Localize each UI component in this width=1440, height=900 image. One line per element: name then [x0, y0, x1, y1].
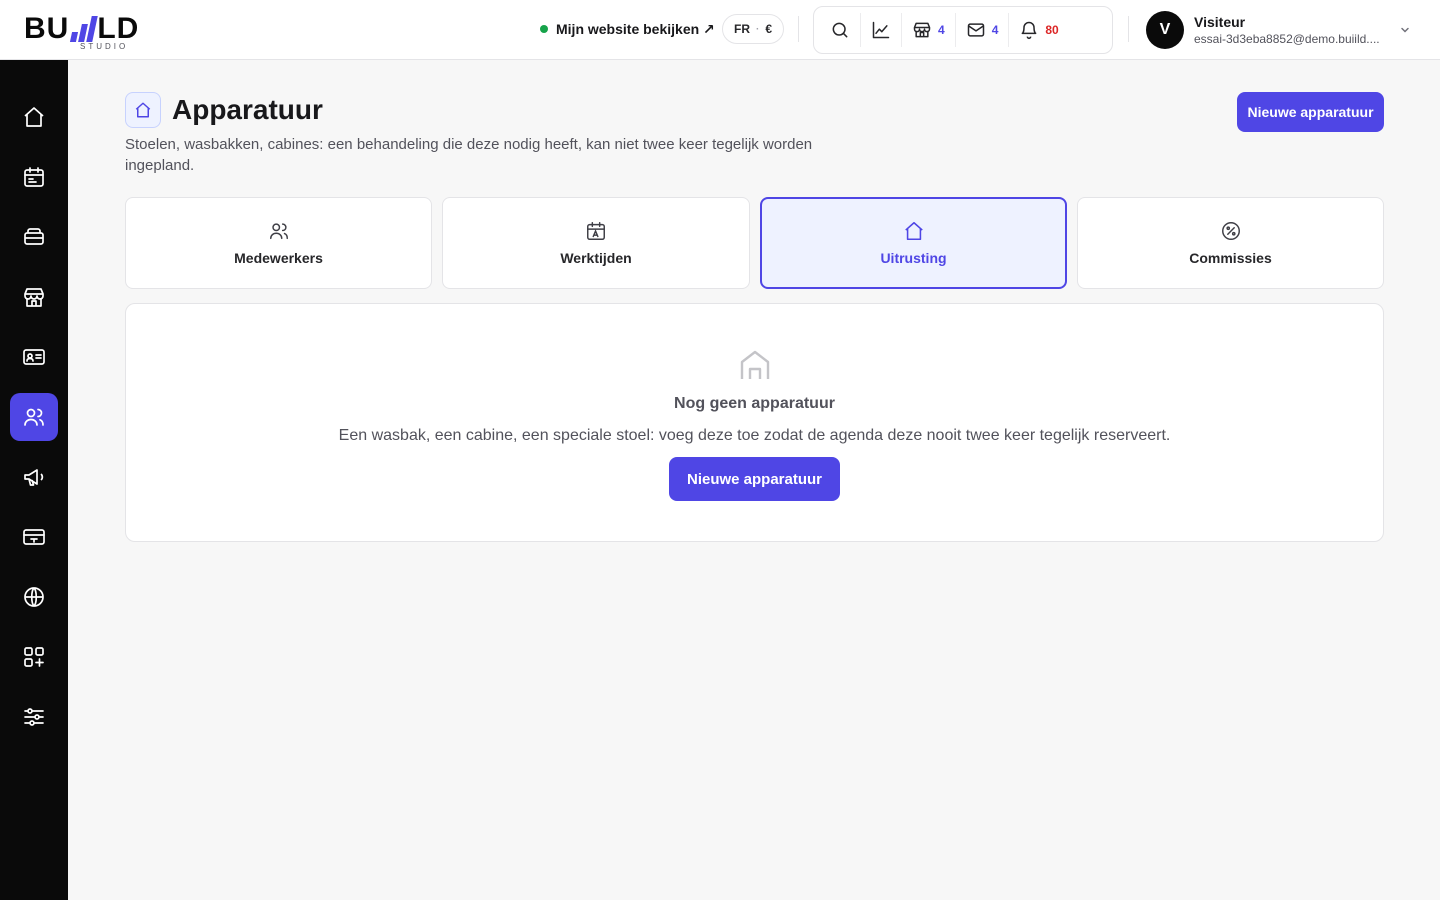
- user-info: Visiteur essai-3d3eba8852@demo.buiild...…: [1194, 14, 1389, 46]
- store-icon: [913, 22, 931, 38]
- house-outline-icon: [740, 350, 770, 379]
- sidebar-item-home[interactable]: [10, 93, 58, 141]
- locale-switcher[interactable]: FR · €: [722, 14, 784, 44]
- user-email: essai-3d3eba8852@demo.buiild....: [1194, 32, 1380, 46]
- view-website-link[interactable]: Mijn website bekijken ↗: [540, 18, 715, 40]
- empty-state: Nog geen apparatuur Een wasbak, een cabi…: [125, 303, 1384, 542]
- sidebar-item-payments[interactable]: [10, 513, 58, 561]
- tab-label: Uitrusting: [880, 250, 947, 266]
- calendar-icon: [587, 222, 605, 240]
- tab-commissies[interactable]: Commissies: [1077, 197, 1384, 289]
- page-icon: [125, 92, 161, 128]
- empty-state-text: Een wasbak, een cabine, een speciale sto…: [338, 427, 1171, 444]
- user-name: Visiteur: [1194, 14, 1246, 30]
- brand-logo[interactable]: BU LD STUDIO: [24, 8, 184, 52]
- header-toolbar: 4 4 80: [813, 6, 1113, 54]
- logo-bars-icon: [70, 14, 99, 42]
- chart-icon: [872, 21, 890, 39]
- tab-medewerkers[interactable]: Medewerkers: [125, 197, 432, 289]
- locale-currency: €: [765, 22, 773, 36]
- new-equipment-button[interactable]: Nieuwe apparatuur: [1237, 92, 1384, 132]
- apps-plus-icon: [24, 647, 44, 667]
- empty-state-title: Nog geen apparatuur: [674, 395, 835, 412]
- sidebar-item-clients[interactable]: [10, 333, 58, 381]
- home-icon: [24, 107, 44, 127]
- page-description: Stoelen, wasbakken, cabines: een behande…: [125, 136, 813, 174]
- users-icon: [269, 223, 288, 240]
- sidebar: [0, 60, 68, 900]
- mail-icon: [967, 23, 984, 37]
- analytics-button[interactable]: [861, 13, 902, 47]
- home-icon: [135, 102, 151, 118]
- id-card-icon: [23, 349, 45, 365]
- empty-new-equipment-button[interactable]: Nieuwe apparatuur: [669, 457, 840, 501]
- credit-card-icon: [23, 529, 45, 545]
- chevron-down-icon: [1401, 27, 1409, 33]
- users-icon: [24, 408, 44, 426]
- messages-button[interactable]: 4: [956, 13, 1010, 47]
- megaphone-icon: [24, 469, 44, 486]
- tab-uitrusting[interactable]: Uitrusting: [760, 197, 1067, 289]
- locale-separator: ·: [755, 23, 760, 35]
- online-status-dot: [540, 25, 548, 33]
- tray-icon: [24, 228, 44, 245]
- notifications-button[interactable]: 80: [1009, 13, 1068, 47]
- store-icon: [24, 288, 44, 307]
- avatar: V: [1146, 11, 1184, 49]
- sidebar-item-store[interactable]: [10, 273, 58, 321]
- header-divider: [798, 16, 799, 42]
- search-icon: [832, 22, 848, 38]
- search-button[interactable]: [820, 13, 861, 47]
- stores-button[interactable]: 4: [902, 13, 956, 47]
- tab-label: Medewerkers: [234, 250, 323, 266]
- sidebar-item-settings[interactable]: [10, 693, 58, 741]
- sidebar-item-apps[interactable]: [10, 633, 58, 681]
- stores-count: 4: [938, 23, 945, 37]
- locale-language: FR: [733, 22, 750, 36]
- page-title: Apparatuur: [172, 94, 323, 125]
- logo-text-left: BU: [24, 12, 70, 45]
- header-divider: [1128, 16, 1129, 42]
- sidebar-item-marketing[interactable]: [10, 453, 58, 501]
- calendar-icon: [24, 167, 44, 187]
- home-icon: [904, 221, 923, 241]
- logo-text-right: LD: [97, 12, 140, 45]
- bell-icon: [1021, 21, 1037, 40]
- logo-subtitle: STUDIO: [80, 42, 129, 51]
- sliders-icon: [24, 708, 44, 726]
- tab-label: Commissies: [1189, 250, 1272, 266]
- sidebar-item-website[interactable]: [10, 573, 58, 621]
- notifications-count: 80: [1045, 23, 1059, 37]
- sidebar-item-calendar[interactable]: [10, 153, 58, 201]
- sidebar-item-team[interactable]: [10, 393, 58, 441]
- percent-icon: [1221, 222, 1240, 240]
- globe-icon: [24, 587, 44, 607]
- sidebar-item-services[interactable]: [10, 213, 58, 261]
- view-website-label: Mijn website bekijken ↗: [556, 20, 715, 37]
- tab-werktijden[interactable]: Werktijden: [442, 197, 750, 289]
- top-header: BU LD STUDIO Mijn website bekijken ↗ FR …: [0, 0, 1440, 60]
- user-menu[interactable]: V Visiteur essai-3d3eba8852@demo.buiild.…: [1146, 10, 1416, 50]
- tab-label: Werktijden: [560, 250, 632, 266]
- messages-count: 4: [991, 23, 999, 37]
